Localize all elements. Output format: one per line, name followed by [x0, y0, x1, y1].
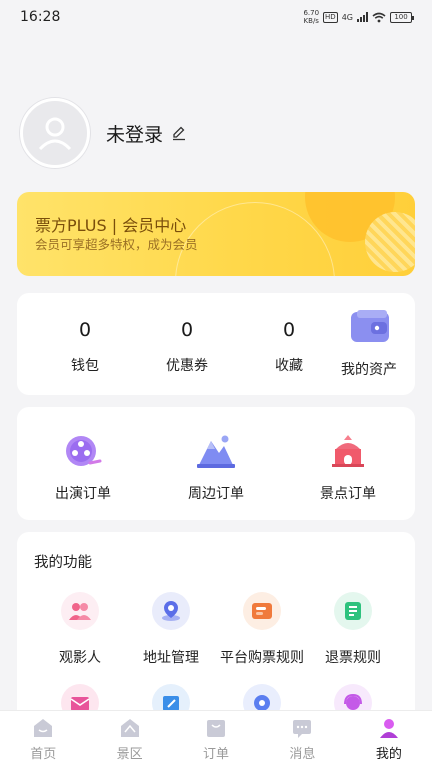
orders-card: 出演订单 周边订单 景点订单 [17, 407, 415, 520]
profile-icon [379, 719, 398, 738]
status-icons: 6.70 KB/s HD 4G 100 [303, 9, 414, 25]
asset-value: 0 [78, 319, 92, 341]
tab-scenic[interactable]: 景区 [86, 711, 172, 768]
asset-coupons[interactable]: 0 优惠券 [137, 293, 237, 395]
user-placeholder-icon [38, 117, 72, 151]
people-icon [61, 592, 99, 630]
my-assets-button[interactable]: 我的资产 [319, 293, 419, 395]
hd-badge: HD [323, 11, 338, 23]
tab-messages[interactable]: 消息 [259, 711, 345, 768]
mountain-icon [197, 435, 235, 468]
tab-label: 消息 [289, 747, 316, 762]
vip-banner[interactable]: 票方PLUS | 会员中心 会员可享超多特权，成为会员 [17, 192, 415, 276]
order-label: 周边订单 [188, 486, 244, 502]
status-time: 16:28 [20, 9, 61, 25]
order-scenic[interactable]: 景点订单 [288, 407, 408, 520]
message-icon [293, 720, 312, 738]
vip-title: 票方PLUS | 会员中心 [35, 216, 187, 235]
asset-label: 我的资产 [341, 362, 397, 378]
document-icon [334, 592, 372, 630]
tab-label: 我的 [375, 747, 402, 762]
vip-subtitle: 会员可享超多特权，成为会员 [35, 237, 198, 252]
tab-label: 首页 [30, 747, 57, 762]
asset-value: 0 [180, 319, 194, 341]
location-icon [152, 592, 190, 630]
wifi-icon [372, 12, 386, 22]
battery-icon: 100 [390, 11, 414, 23]
tab-profile[interactable]: 我的 [346, 711, 432, 768]
scenic-icon [120, 719, 139, 737]
order-merch[interactable]: 周边订单 [156, 407, 276, 520]
func-label: 退票规则 [325, 650, 381, 666]
network-type: 4G [341, 12, 353, 22]
profile-header[interactable]: 未登录 [20, 98, 187, 168]
asset-wallet[interactable]: 0 钱包 [35, 293, 135, 395]
film-reel-icon [66, 436, 102, 466]
wallet-icon [351, 310, 389, 342]
net-speed: 6.70 KB/s [303, 9, 320, 25]
bottom-tab-bar: 首页 景区 订单 消息 我的 [0, 710, 432, 768]
tab-label: 订单 [203, 747, 230, 762]
func-label: 观影人 [59, 650, 101, 666]
assets-card: 0 钱包 0 优惠券 0 收藏 我的资产 [17, 293, 415, 395]
order-label: 出演订单 [55, 486, 111, 502]
ticket-icon [243, 592, 281, 630]
tab-label: 景区 [116, 747, 143, 762]
order-label: 景点订单 [320, 486, 376, 502]
signal-icon [357, 12, 368, 22]
status-bar: 16:28 6.70 KB/s HD 4G 100 [0, 0, 432, 34]
home-icon [34, 719, 53, 737]
edit-icon[interactable] [171, 125, 187, 141]
temple-icon [332, 435, 364, 467]
order-icon [207, 720, 226, 737]
asset-label: 钱包 [71, 358, 99, 374]
tab-orders[interactable]: 订单 [173, 711, 259, 768]
asset-label: 优惠券 [166, 358, 208, 374]
avatar[interactable] [20, 98, 90, 168]
functions-card: 我的功能 观影人 地址管理 平台购票规则 退票规则 [17, 532, 415, 732]
order-performance[interactable]: 出演订单 [23, 407, 143, 520]
func-label: 平台购票规则 [220, 650, 304, 666]
vip-decoration [365, 212, 415, 272]
tab-home[interactable]: 首页 [0, 711, 86, 768]
functions-title: 我的功能 [34, 555, 92, 571]
func-label: 地址管理 [143, 650, 199, 666]
username[interactable]: 未登录 [106, 120, 163, 147]
